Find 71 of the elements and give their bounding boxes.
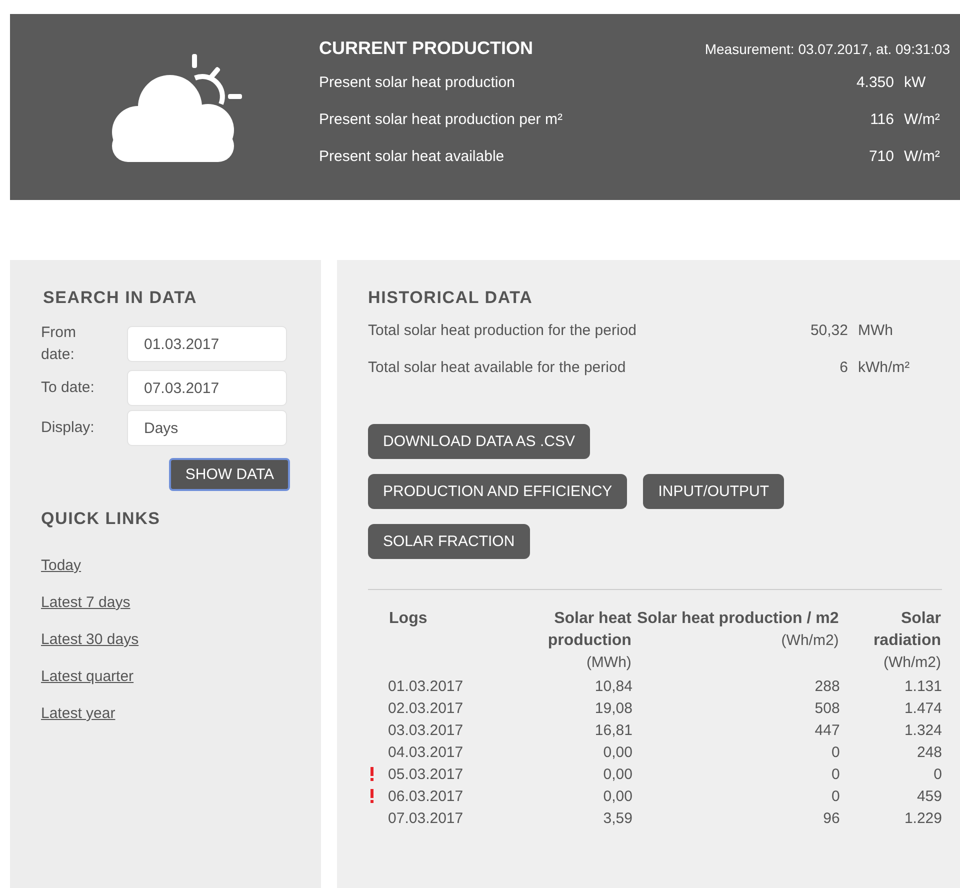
action-button[interactable]: INPUT/OUTPUT (643, 474, 784, 509)
metric-label: Present solar heat production per m² (319, 111, 564, 130)
table-cell-text: 05.03.2017 (388, 764, 464, 784)
table-cell-text: 06.03.2017 (388, 786, 464, 806)
table-cell-text: 3,59 (602, 808, 632, 828)
metric-value: 116 (869, 111, 894, 130)
quick-link[interactable]: Latest year (41, 705, 116, 722)
input-field[interactable]: 01.03.2017 (127, 326, 287, 362)
total-label: Total solar heat production for the period (368, 322, 638, 341)
metric-unit: kW (903, 74, 927, 93)
input-field[interactable]: Days (127, 410, 287, 446)
table-cell-text: 459 (916, 786, 942, 806)
column-header: Solar radiation (872, 609, 941, 651)
action-button[interactable]: PRODUCTION AND EFFICIENCY (368, 474, 628, 509)
quick-link[interactable]: Latest 30 days (41, 631, 139, 648)
column-unit: (MWh) (585, 653, 632, 673)
total-unit: MWh (857, 322, 893, 341)
section-title: CURRENT PRODUCTION (319, 38, 533, 59)
table-cell-text: 10,84 (594, 676, 632, 696)
table-cell-text: 0 (830, 786, 840, 806)
table-cell-text: 447 (814, 720, 840, 740)
section-title: HISTORICAL DATA (368, 288, 534, 308)
table-cell-text: 0 (830, 742, 840, 762)
show-data-button[interactable]: SHOW DATA (169, 458, 290, 491)
table-cell-text: 01.03.2017 (388, 676, 464, 696)
action-button[interactable]: DOWNLOAD DATA AS .CSV (368, 424, 590, 459)
field-label: Display: (41, 418, 96, 438)
table-cell-text: 0 (932, 764, 942, 784)
table-cell-text: 16,81 (594, 720, 632, 740)
table-cell-text: 02.03.2017 (388, 698, 464, 718)
metric-value: 710 (868, 148, 894, 167)
table-cell-text: 96 (822, 808, 840, 828)
table-cell-text: 0 (830, 764, 840, 784)
measurement-time: Measurement: 03.07.2017, at. 09:31:03 (704, 41, 950, 57)
action-button[interactable]: SOLAR FRACTION (368, 524, 530, 559)
metric-unit: W/m² (903, 148, 941, 167)
section-title: SEARCH IN DATA (42, 288, 198, 308)
total-value: 50,32 (809, 322, 848, 341)
table-cell-text: 19,08 (594, 698, 632, 718)
quick-link[interactable]: Today (41, 557, 82, 574)
total-unit: kWh/m² (857, 359, 910, 378)
metric-value: 4.350 (855, 74, 894, 93)
table-cell-text: 0,00 (602, 786, 632, 806)
total-label: Total solar heat available for the period (368, 359, 627, 378)
column-unit: (Wh/m2) (882, 653, 941, 673)
section-title: QUICK LINKS (41, 509, 162, 529)
input-field[interactable]: 07.03.2017 (127, 370, 287, 406)
column-header: Logs (389, 609, 428, 629)
field-label: From date: (41, 323, 77, 365)
table-cell-text: 04.03.2017 (388, 742, 464, 762)
table-cell-text: 0,00 (602, 742, 632, 762)
metric-label: Present solar heat available (319, 148, 506, 167)
table-cell-text: 07.03.2017 (388, 808, 464, 828)
table-cell-text: 03.03.2017 (388, 720, 464, 740)
table-cell-text: 1.324 (903, 720, 942, 740)
total-value: 6 (838, 359, 848, 378)
metric-label: Present solar heat production (319, 74, 516, 93)
column-header: Solar heat production (546, 609, 632, 651)
quick-link[interactable]: Latest quarter (41, 668, 134, 685)
table-cell-text: 1.229 (903, 808, 942, 828)
table-cell-text: 508 (814, 698, 840, 718)
table-cell-text: 1.474 (903, 698, 942, 718)
table-cell: 288 (632, 675, 840, 697)
column-unit: (Wh/m2) (780, 631, 839, 651)
table-cell-text: 0,00 (602, 764, 632, 784)
table-cell-text: 1.131 (903, 676, 942, 696)
metric-unit: W/m² (903, 111, 941, 130)
column-header: Solar heat production / m2 (636, 609, 839, 629)
quick-link[interactable]: Latest 7 days (41, 594, 130, 611)
field-label: To date: (41, 378, 96, 398)
table-cell-text: 248 (916, 742, 942, 762)
